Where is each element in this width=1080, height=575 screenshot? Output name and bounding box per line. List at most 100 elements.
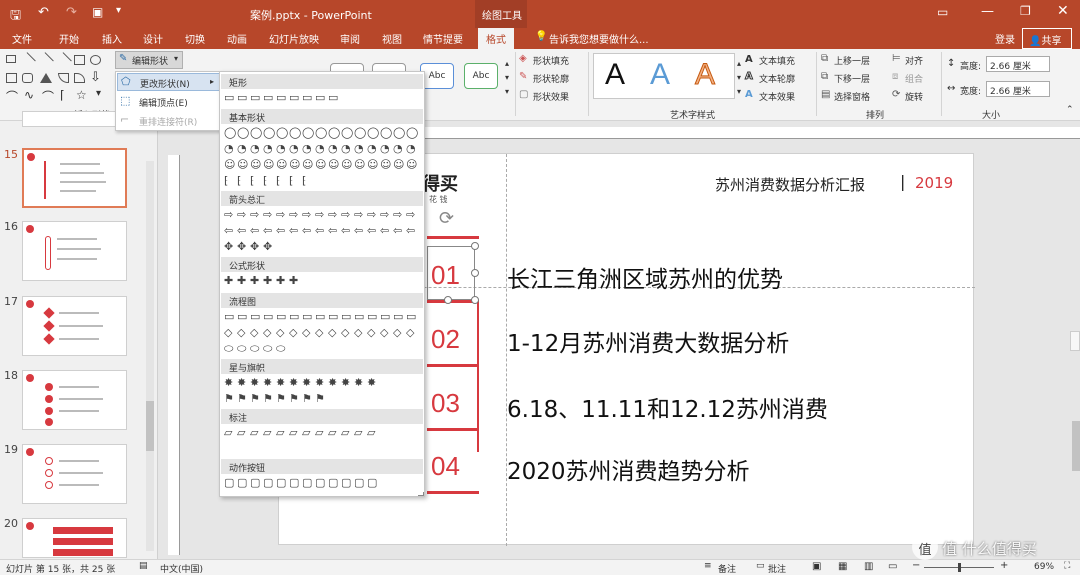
resize-handle[interactable] [471, 242, 479, 250]
gallery-shape-icon[interactable]: ⇦ [341, 225, 350, 237]
gallery-shape-icon[interactable]: ⇦ [380, 225, 389, 237]
gallery-shape-icon[interactable]: ⇦ [354, 225, 363, 237]
gallery-shape-icon[interactable]: ☺ [224, 159, 235, 171]
gallery-shape-icon[interactable]: ✚ [250, 275, 259, 287]
gallery-shape-icon[interactable]: ⇨ [224, 209, 233, 221]
gallery-shape-icon[interactable]: ☺ [328, 159, 339, 171]
gallery-shape-icon[interactable]: ◯ [380, 127, 392, 139]
gallery-shape-icon[interactable]: ✚ [224, 275, 233, 287]
gallery-shape-icon[interactable]: ◯ [302, 127, 314, 139]
gallery-shape-icon[interactable]: ⚑ [289, 393, 299, 405]
resize-handle[interactable] [444, 296, 452, 304]
gallery-shape-icon[interactable]: ◯ [354, 127, 366, 139]
height-field[interactable]: 2.66 厘米 [986, 56, 1050, 72]
shape-curve-icon[interactable]: ∿ [24, 88, 34, 102]
width-field[interactable]: 2.66 厘米 [986, 81, 1050, 97]
gallery-shape-icon[interactable]: ☺ [354, 159, 365, 171]
notes-button[interactable]: 备注 [718, 562, 736, 575]
gallery-shape-icon[interactable]: ⬭ [276, 343, 285, 355]
gallery-shape-icon[interactable]: ✸ [237, 377, 246, 389]
comments-button[interactable]: 批注 [768, 562, 786, 575]
save-icon[interactable]: 🖫 [10, 6, 21, 28]
style-preview-abc[interactable]: Abc [420, 63, 454, 89]
gallery-shape-icon[interactable]: ⬭ [237, 343, 246, 355]
gallery-shape-icon[interactable]: ◔ [393, 143, 403, 155]
gallery-shape-icon[interactable]: ⁅ [224, 175, 228, 187]
gallery-shape-icon[interactable]: ▱ [367, 427, 375, 439]
gallery-shape-icon[interactable]: ⚑ [263, 393, 273, 405]
gallery-shape-icon[interactable]: ⚑ [276, 393, 286, 405]
shape-arrow-icon[interactable] [38, 52, 54, 68]
gallery-shape-icon[interactable]: ◔ [263, 143, 273, 155]
gallery-shape-icon[interactable]: ◯ [263, 127, 275, 139]
gallery-shape-icon[interactable]: ⇨ [289, 209, 298, 221]
gallery-shape-icon[interactable]: ▢ [315, 477, 325, 489]
bring-forward-button[interactable]: 上移一层 [834, 54, 870, 67]
gallery-shape-icon[interactable]: ◔ [237, 143, 247, 155]
zoom-slider-thumb[interactable] [958, 563, 961, 572]
gallery-shape-icon[interactable]: ▢ [263, 477, 273, 489]
styles-scroll-up-icon[interactable]: ▴ [505, 59, 509, 68]
slide-thumbnail[interactable] [22, 518, 127, 558]
gallery-shape-icon[interactable]: ◇ [328, 327, 336, 339]
shape-fill-button[interactable]: 形状填充 [533, 54, 569, 67]
fit-slide-icon[interactable]: ⛶ [1064, 561, 1070, 571]
slideshow-icon[interactable]: ▣ [92, 5, 103, 19]
shape-corner-icon[interactable] [74, 73, 85, 83]
wordart-scroll-down-icon[interactable]: ▾ [737, 73, 741, 82]
zoom-slider[interactable] [924, 563, 994, 572]
shape-rect2-icon[interactable] [6, 73, 17, 83]
gallery-shape-icon[interactable]: ✸ [302, 377, 311, 389]
send-backward-button[interactable]: 下移一层 [834, 72, 870, 85]
gallery-shape-icon[interactable]: ◯ [250, 127, 262, 139]
shape-down-arrow-icon[interactable]: ⇩ [90, 70, 101, 85]
gallery-shape-icon[interactable]: ☺ [315, 159, 326, 171]
gallery-shape-icon[interactable]: ☺ [263, 159, 274, 171]
gallery-shape-icon[interactable]: ◯ [315, 127, 327, 139]
tab-format[interactable]: 格式 [478, 28, 514, 49]
gallery-shape-icon[interactable]: ⇦ [224, 225, 233, 237]
customize-qat-icon[interactable]: ▾ [116, 5, 121, 16]
gallery-shape-icon[interactable]: ✸ [224, 377, 233, 389]
gallery-shape-icon[interactable]: ◯ [393, 127, 405, 139]
gallery-shape-icon[interactable]: ▭ [380, 311, 390, 323]
gallery-shape-icon[interactable]: ◔ [302, 143, 312, 155]
gallery-shape-icon[interactable]: ▱ [276, 427, 284, 439]
gallery-shape-icon[interactable]: ◯ [276, 127, 288, 139]
share-button[interactable]: 👤共享 [1022, 28, 1072, 49]
gallery-shape-icon[interactable]: ◇ [289, 327, 297, 339]
tab-storyboard[interactable]: 情节提要 [423, 31, 463, 46]
gallery-shape-icon[interactable]: ⚑ [237, 393, 247, 405]
slide-thumbnail[interactable] [22, 444, 127, 504]
gallery-shape-icon[interactable]: ▭ [250, 311, 260, 323]
gallery-shape-icon[interactable]: ◇ [406, 327, 414, 339]
text-outline-button[interactable]: 文本轮廓 [759, 72, 795, 85]
slide-thumbnail-selected[interactable] [22, 148, 127, 208]
gallery-shape-icon[interactable]: ▱ [237, 427, 245, 439]
gallery-shape-icon[interactable]: ◇ [276, 327, 284, 339]
gallery-shape-icon[interactable]: ⁅ [263, 175, 267, 187]
gallery-shape-icon[interactable]: ▢ [276, 477, 286, 489]
gallery-shape-icon[interactable]: ▱ [354, 427, 362, 439]
wordart-gallery[interactable]: A A A [593, 53, 735, 99]
slide-sorter-icon[interactable]: ▦ [838, 561, 847, 572]
gallery-shape-icon[interactable]: ⇦ [302, 225, 311, 237]
gallery-shape-icon[interactable]: ▭ [250, 92, 260, 104]
tab-design[interactable]: 设计 [143, 31, 163, 46]
undo-icon[interactable]: ↶ [38, 5, 49, 20]
menu-item-reroute[interactable]: ⌐ 重排连接符(R) [117, 112, 221, 130]
gallery-shape-icon[interactable]: ▱ [263, 427, 271, 439]
gallery-shape-icon[interactable]: ▭ [367, 311, 377, 323]
tab-transitions[interactable]: 切换 [185, 31, 205, 46]
restore-icon[interactable]: ❐ [1020, 4, 1031, 18]
thumbnail-scrollbar[interactable] [146, 161, 154, 551]
close-icon[interactable]: ✕ [1057, 3, 1069, 19]
shape-bracket-icon[interactable]: ⌈ [60, 88, 65, 102]
resize-handle[interactable] [471, 296, 479, 304]
styles-scroll-down-icon[interactable]: ▾ [505, 73, 509, 82]
gallery-shape-icon[interactable]: ▭ [315, 311, 325, 323]
gallery-shape-icon[interactable]: ◔ [289, 143, 299, 155]
gallery-shape-icon[interactable]: ▭ [302, 311, 312, 323]
gallery-shape-icon[interactable]: ⇨ [406, 209, 415, 221]
gallery-shape-icon[interactable]: ✥ [250, 241, 259, 253]
